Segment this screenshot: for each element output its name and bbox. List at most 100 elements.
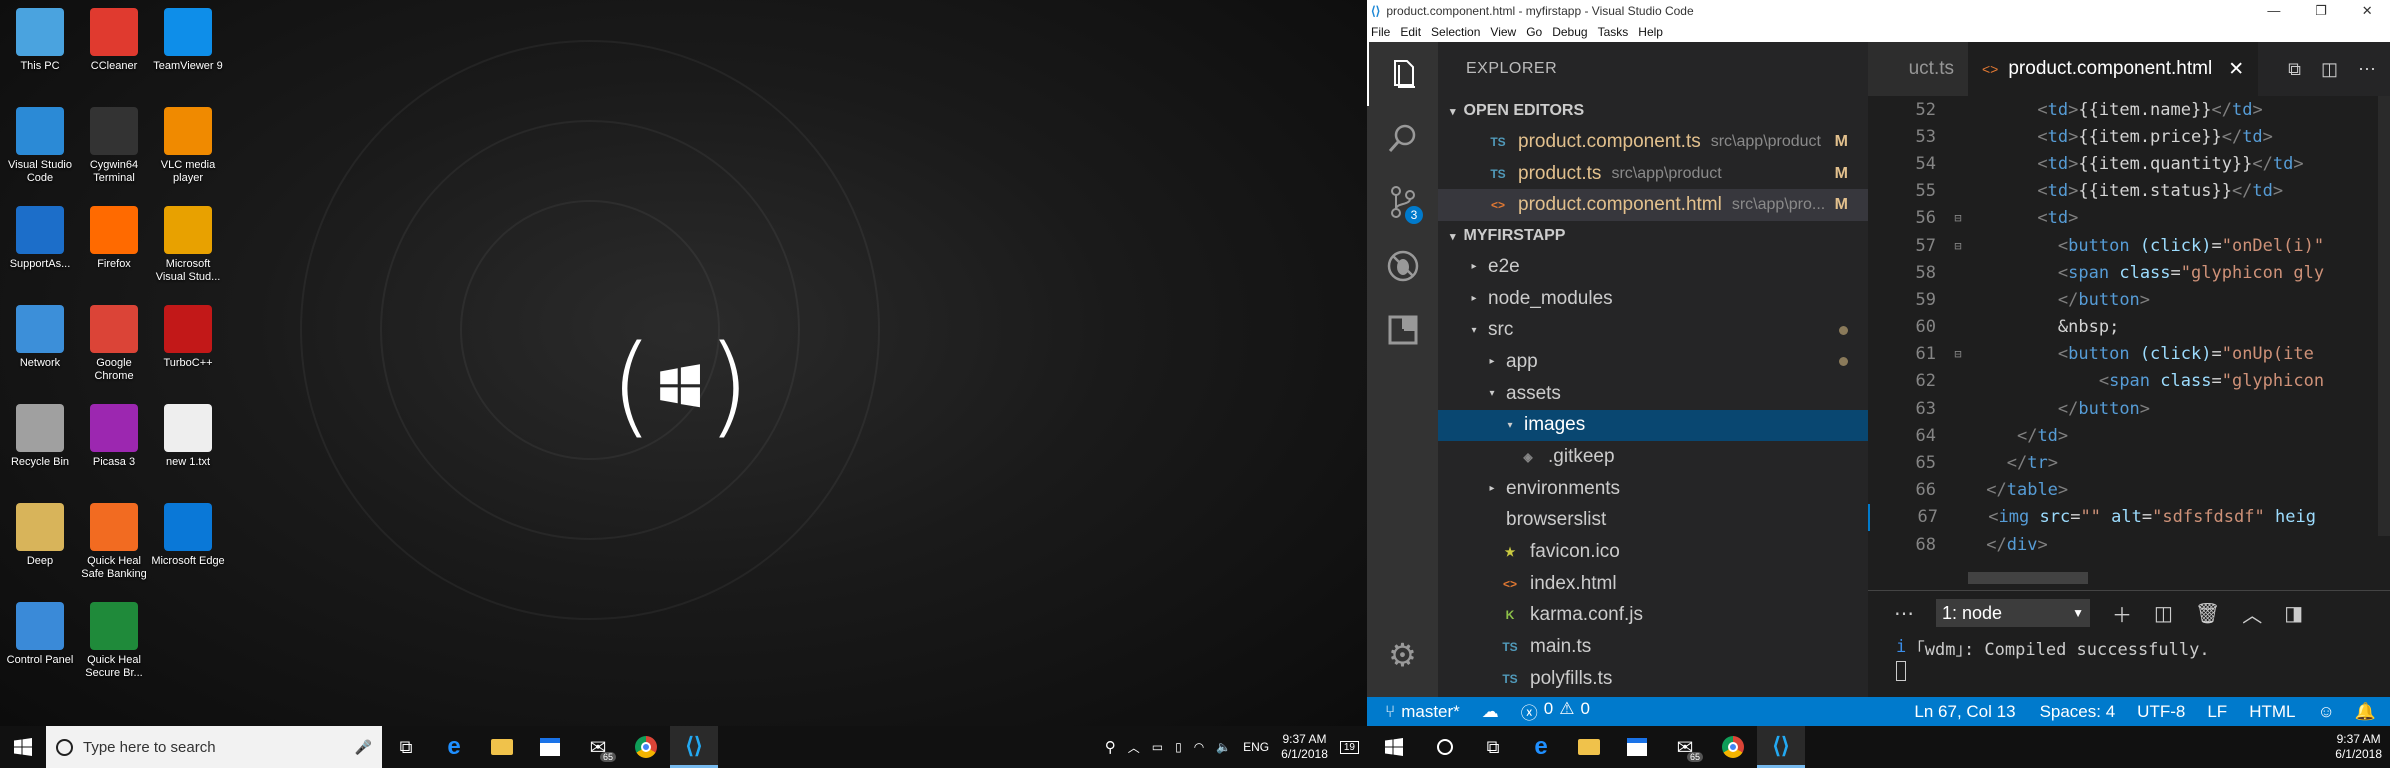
tree-item[interactable]: TS main.ts: [1438, 631, 1868, 663]
clock[interactable]: 9:37 AM 6/1/2018: [2335, 732, 2382, 762]
wifi-icon[interactable]: ◠: [1194, 740, 1204, 754]
start-button[interactable]: [0, 726, 46, 768]
open-editor-item[interactable]: TS product.ts src\app\product M: [1438, 158, 1868, 190]
desktop-icon[interactable]: Visual Studio Code: [3, 107, 77, 185]
desktop-icon[interactable]: new 1.txt: [151, 404, 225, 469]
desktop-icon[interactable]: Microsoft Edge: [151, 503, 225, 568]
language-indicator[interactable]: ENG: [1243, 740, 1269, 754]
tree-item[interactable]: browserslist: [1438, 505, 1868, 537]
taskbar-chrome[interactable]: [1709, 726, 1757, 768]
settings-activity[interactable]: ⚙: [1367, 623, 1438, 687]
taskbar-edge[interactable]: e: [430, 726, 478, 768]
desktop-icon[interactable]: Picasa 3: [77, 404, 151, 469]
debug-activity[interactable]: [1367, 234, 1438, 298]
maximize-button[interactable]: ❐: [2315, 3, 2327, 19]
search-button[interactable]: [1421, 726, 1469, 768]
action-center-icon[interactable]: 19: [1339, 740, 1359, 754]
desktop-icon[interactable]: SupportAs...: [3, 206, 77, 271]
desktop-icon[interactable]: Quick Heal Secure Br...: [77, 602, 151, 680]
tree-item[interactable]: Kkarma.conf.js: [1438, 600, 1868, 632]
maximize-panel-icon[interactable]: ︿: [2242, 599, 2262, 628]
task-view-button[interactable]: ⧉: [382, 726, 430, 768]
microphone-icon[interactable]: 🎤: [355, 739, 372, 756]
extensions-activity[interactable]: [1367, 298, 1438, 362]
desktop-icon[interactable]: CCleaner: [77, 8, 151, 73]
desktop-icon[interactable]: Cygwin64 Terminal: [77, 107, 151, 185]
taskbar-file-explorer[interactable]: [1565, 726, 1613, 768]
tree-item[interactable]: ▾ images: [1438, 409, 1868, 442]
desktop-icon[interactable]: This PC: [3, 8, 77, 73]
minimize-button[interactable]: —: [2267, 3, 2280, 19]
cursor-position[interactable]: Ln 67, Col 13: [1914, 702, 2015, 722]
people-icon[interactable]: ⚲: [1105, 738, 1116, 756]
tab-product-component-html[interactable]: <> product.component.html ✕: [1968, 42, 2259, 96]
start-button[interactable]: [1367, 726, 1421, 768]
tree-item[interactable]: TS polyfills.ts: [1438, 663, 1868, 695]
trash-icon[interactable]: 🗑: [2195, 601, 2220, 626]
usb-icon[interactable]: ▭: [1152, 740, 1163, 754]
fold-toggle-icon[interactable]: ⊟: [1940, 347, 1976, 361]
taskbar-vscode[interactable]: ⟨⟩: [670, 726, 718, 768]
terminal-cursor-line[interactable]: [1868, 659, 2390, 683]
split-editor-icon[interactable]: ◫: [2321, 59, 2338, 80]
tab-product-ts[interactable]: uct.ts: [1868, 42, 1968, 96]
volume-icon[interactable]: 🔈: [1216, 740, 1231, 754]
close-window-button[interactable]: ✕: [2362, 3, 2373, 19]
open-editor-item[interactable]: <> product.component.html src\app\pro... M: [1438, 189, 1868, 222]
tray-chevron-up-icon[interactable]: ︿: [1128, 739, 1140, 756]
taskbar-search-box[interactable]: Type here to search 🎤: [46, 726, 382, 768]
taskbar-mail[interactable]: ✉ 65: [1661, 726, 1709, 768]
menu-item-help[interactable]: Help: [1638, 25, 1663, 39]
split-terminal-icon[interactable]: ◫: [2154, 601, 2173, 626]
code-editor[interactable]: 52 <td>{{item.name}}</td> 53 <td>{{item.p…: [1868, 96, 2390, 576]
problems-indicator[interactable]: ⓧ 0 ⚠ 0: [1521, 699, 1590, 724]
menu-item-tasks[interactable]: Tasks: [1598, 25, 1629, 39]
more-actions-icon[interactable]: ⋯: [2358, 59, 2376, 80]
desktop-icon[interactable]: Microsoft Visual Stud...: [151, 206, 225, 284]
tree-item[interactable]: ▸ app: [1438, 346, 1868, 378]
tree-item[interactable]: ▾ assets: [1438, 378, 1868, 410]
menu-item-edit[interactable]: Edit: [1400, 25, 1421, 39]
tree-item[interactable]: ▸ node_modules: [1438, 283, 1868, 315]
taskbar-file-explorer[interactable]: [478, 726, 526, 768]
open-editor-item[interactable]: TS product.component.ts src\app\product M: [1438, 126, 1868, 158]
feedback-smiley-icon[interactable]: ☺: [2317, 702, 2334, 722]
battery-icon[interactable]: ▯: [1175, 740, 1182, 754]
taskbar-store[interactable]: [526, 726, 574, 768]
sync-icon[interactable]: ☁: [1482, 702, 1499, 722]
branch-indicator[interactable]: ⑂ master*: [1385, 702, 1460, 722]
tree-item[interactable]: ★ favicon.ico: [1438, 536, 1868, 568]
horizontal-scrollbar[interactable]: [1968, 572, 2088, 584]
desktop-icon[interactable]: Deep: [3, 503, 77, 568]
taskbar-vscode[interactable]: ⟨⟩: [1757, 726, 1805, 768]
encoding[interactable]: UTF-8: [2137, 702, 2185, 722]
desktop-icon[interactable]: Control Panel: [3, 602, 77, 667]
close-panel-icon[interactable]: ◨: [2284, 601, 2303, 626]
project-header[interactable]: ▾ MYFIRSTAPP: [1438, 221, 1868, 251]
menu-item-view[interactable]: View: [1490, 25, 1516, 39]
menu-item-selection[interactable]: Selection: [1431, 25, 1480, 39]
tree-item[interactable]: ▾ src: [1438, 314, 1868, 346]
menu-item-file[interactable]: File: [1371, 25, 1390, 39]
explorer-activity[interactable]: [1367, 42, 1438, 106]
desktop-icon[interactable]: Recycle Bin: [3, 404, 77, 469]
notifications-bell-icon[interactable]: 🔔: [2355, 702, 2376, 722]
terminal-select[interactable]: 1: node ▼: [1936, 599, 2090, 627]
tree-item[interactable]: ▸ environments: [1438, 473, 1868, 505]
search-activity[interactable]: [1367, 106, 1438, 170]
close-tab-icon[interactable]: ✕: [2228, 58, 2244, 81]
desktop-icon[interactable]: Network: [3, 305, 77, 370]
more-icon[interactable]: ⋯: [1894, 601, 1914, 626]
desktop-icon[interactable]: Firefox: [77, 206, 151, 271]
desktop-icon[interactable]: TeamViewer 9: [151, 8, 225, 73]
scm-activity[interactable]: 3: [1367, 170, 1438, 234]
taskbar-chrome[interactable]: [622, 726, 670, 768]
taskbar-edge[interactable]: e: [1517, 726, 1565, 768]
new-terminal-icon[interactable]: ＋: [2112, 599, 2132, 628]
taskbar-store[interactable]: [1613, 726, 1661, 768]
clock[interactable]: 9:37 AM 6/1/2018: [1281, 732, 1328, 762]
desktop-icon[interactable]: TurboC++: [151, 305, 225, 370]
indentation[interactable]: Spaces: 4: [2040, 702, 2116, 722]
tree-item[interactable]: ▸ e2e: [1438, 251, 1868, 283]
task-view-button[interactable]: ⧉: [1469, 726, 1517, 768]
